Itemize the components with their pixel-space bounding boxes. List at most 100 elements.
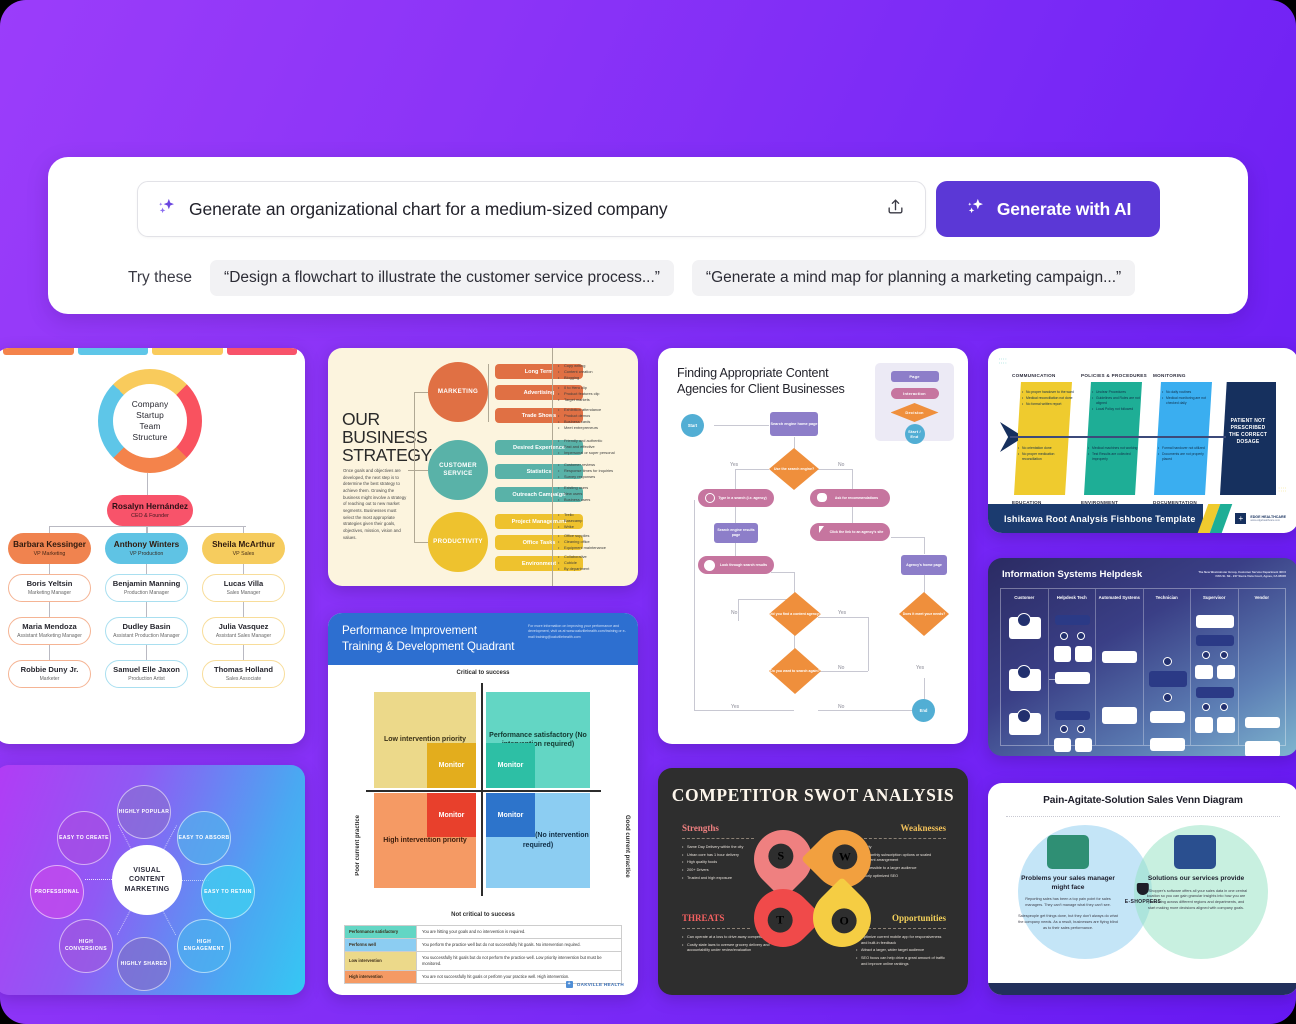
bul: Medical machines not working — [1088, 446, 1140, 451]
bul: Equipment maintenance — [558, 545, 638, 551]
template-card-helpdesk[interactable]: Information Systems Helpdesk The New Wes… — [988, 558, 1296, 756]
org-chart-body: Company Startup Team Structure Rosalyn H… — [0, 355, 305, 737]
template-card-flowchart[interactable]: Finding Appropriate Content Agencies for… — [658, 348, 968, 744]
upload-icon[interactable] — [880, 197, 911, 221]
org-node-2-1: Benjamin Manning Production Manager — [105, 574, 188, 602]
org-node-ceo: Rosalyn Hernández CEO & Founder — [107, 495, 193, 526]
quad-monitor-1: Monitor — [427, 743, 476, 788]
org-node-1-2-role: Assistant Marketing Manager — [17, 633, 82, 640]
org-node-3-3-name: Thomas Holland — [213, 664, 274, 674]
fish-bullets-environment: Medical machines not working Test Result… — [1088, 446, 1140, 463]
mindmap-core-line-2: CONTENT — [129, 876, 165, 884]
bul: No proper handover to the ward — [1022, 390, 1074, 395]
swot-heading-strengths: Strengths — [682, 823, 719, 833]
quad-monitor-4: Monitor — [486, 793, 535, 837]
org-node-2-2: Dudley Basin Assistant Production Manage… — [105, 617, 188, 645]
swot-bullets-threats: Can operate at a loss to drive away comp… — [682, 935, 772, 956]
quad-axis-bottom: Not critical to success — [451, 912, 515, 918]
bul: Target markets — [558, 397, 638, 403]
generate-with-ai-button[interactable]: Generate with AI — [936, 181, 1160, 237]
table-row: Performs well You perform the practice w… — [345, 938, 621, 952]
flow-node-meet-needs: Does it meet your needs? — [899, 592, 949, 636]
swot-letter-o: O — [831, 908, 857, 934]
fish-dots-icon: :::::::: — [999, 356, 1008, 365]
bul: Local Policy not followed — [1092, 407, 1144, 412]
quad-footer: + OAKVILLE HEALTH — [565, 981, 624, 988]
venn-left-text: Problems your sales manager might face R… — [1016, 875, 1120, 937]
bul: Survey responses — [558, 474, 638, 480]
fish-bullets-education: No orientation done No proper medication… — [1018, 446, 1070, 463]
bul: Optimize current mobile app for responsi… — [856, 935, 946, 946]
flow-legend: Page Interaction Decision Start / End — [875, 363, 954, 444]
bul: Unclear Procedures — [1092, 390, 1144, 395]
template-card-org-chart[interactable]: Company Startup Team Structure Rosalyn H… — [0, 348, 305, 744]
venn-left-p2: Salespeople get things done, but they do… — [1018, 913, 1118, 930]
flow-label-no-2: No — [731, 610, 738, 616]
lane-label-customer: Customer — [1014, 595, 1035, 600]
org-node-3-3-role: Sales Associate — [225, 676, 262, 683]
bul: Documents are not properly placed — [1158, 452, 1210, 462]
flow-label-no-1: No — [838, 462, 845, 468]
quad-title-line-2: Training & Development Quadrant — [342, 639, 515, 653]
venn-left-heading: Problems your sales manager might face — [1021, 875, 1115, 891]
org-node-3-2-name: Julia Vasquez — [218, 621, 269, 631]
flow-node-start: Start — [681, 414, 704, 437]
suggestion-chip-1[interactable]: “Design a flowchart to illustrate the cu… — [210, 260, 674, 296]
biz-branch-customer-service: CUSTOMER SERVICE — [428, 440, 488, 500]
bul: Costly state laws to oversee grocery del… — [682, 943, 772, 954]
org-center-line-2: Startup — [136, 409, 164, 420]
bul: Trusted and high exposure — [682, 876, 772, 882]
fish-bullets-policies: Unclear Procedures Guidelines and Rules … — [1092, 390, 1144, 413]
flow-node-search-home: Search engine home page — [770, 412, 818, 436]
quad-legend-table: Performance satisfactory You are hitting… — [344, 925, 622, 984]
quad-row-key-1: Performance satisfactory — [345, 926, 417, 938]
flow-title: Finding Appropriate Content Agencies for… — [677, 365, 845, 398]
quad-row-text-3: You successfully hit goals but do not pe… — [422, 954, 602, 966]
org-center-donut: Company Startup Team Structure — [98, 369, 202, 473]
org-center-line-3: Team — [139, 421, 161, 431]
legend-page: Page — [890, 371, 939, 382]
mindmap-node-easy-absorb: EASY TO ABSORB — [177, 811, 231, 865]
flow-node-agency-home: Agency's home page — [901, 555, 947, 575]
suggestion-chip-2[interactable]: “Generate a mind map for planning a mark… — [691, 260, 1136, 296]
bul: Can operate at a loss to drive away comp… — [682, 935, 772, 941]
template-card-mind-map[interactable]: VISUAL CONTENT MARKETING HIGHLY POPULAR … — [0, 765, 305, 995]
template-card-venn[interactable]: Pain-Agitate-Solution Sales Venn Diagram… — [988, 783, 1296, 995]
org-node-2-2-role: Assistant Production Manager — [113, 633, 180, 640]
legend-interaction: Interaction — [890, 388, 939, 399]
quad-axis-top: Critical to success — [456, 670, 510, 676]
org-node-vp-3: Sheila McArthur VP Sales — [202, 533, 285, 564]
mindmap-node-professional: PROFESSIONAL — [30, 865, 84, 919]
org-node-vp-1: Barbara Kessinger VP Marketing — [8, 533, 91, 564]
org-node-2-1-role: Production Manager — [123, 590, 170, 597]
flow-label-yes-4: Yes — [731, 704, 740, 710]
fish-footer: Ishikawa Root Analysis Fishbone Template… — [988, 504, 1296, 533]
org-vp-1-role: VP Marketing — [33, 551, 66, 557]
template-card-business-strategy[interactable]: OUR BUSINESS STRATEGY Once goals and obj… — [328, 348, 638, 586]
helpdesk-lanes: Customer Helpdesk Tech Automated Systems… — [1000, 588, 1286, 756]
quad-footer-label: OAKVILLE HEALTH — [576, 982, 624, 987]
biz-bullets-1-2: 0 to Hero clip Product features clip Tar… — [558, 385, 638, 403]
plus-icon: + — [565, 981, 573, 988]
quad-plot: Critical to success Poor current practic… — [328, 665, 638, 920]
circle-icon — [704, 560, 715, 571]
bul: Test Results are collected improperly — [1088, 452, 1140, 462]
bul: Formal handover not utilized — [1158, 446, 1210, 451]
venn-title: Pain-Agitate-Solution Sales Venn Diagram — [1043, 795, 1243, 806]
org-node-3-2: Julia Vasquez Assistant Sales Manager — [202, 617, 285, 645]
prompt-input[interactable]: Generate an organizational chart for a m… — [137, 181, 926, 237]
table-row: Performance satisfactory You are hitting… — [345, 926, 621, 939]
fish-label-policies: POLICIES & PROCEDURES — [1081, 373, 1148, 378]
bul: Impersonal or super personal — [558, 450, 638, 456]
template-card-quadrant[interactable]: Performance Improvement Training & Devel… — [328, 613, 638, 995]
org-node-1-3-role: Marketer — [39, 676, 60, 683]
template-card-swot[interactable]: COMPETITOR SWOT ANALYSIS Strengths Same … — [658, 768, 968, 995]
mindmap-node-high-conversions: HIGH CONVERSIONS — [59, 919, 113, 973]
venn-illustration-left — [1047, 835, 1089, 869]
fish-dots-icon-2: :::::::: — [1278, 484, 1287, 494]
mindmap-core-line-1: VISUAL — [133, 866, 161, 874]
template-card-fishbone[interactable]: :::::::: :::::::: COMMUNICATION POLICIES… — [988, 348, 1296, 533]
org-ceo-role: CEO & Founder — [131, 513, 169, 519]
org-node-3-1: Lucas Villa Sales Manager — [202, 574, 285, 602]
biz-branch-productivity: PRODUCTIVITY — [428, 512, 488, 572]
